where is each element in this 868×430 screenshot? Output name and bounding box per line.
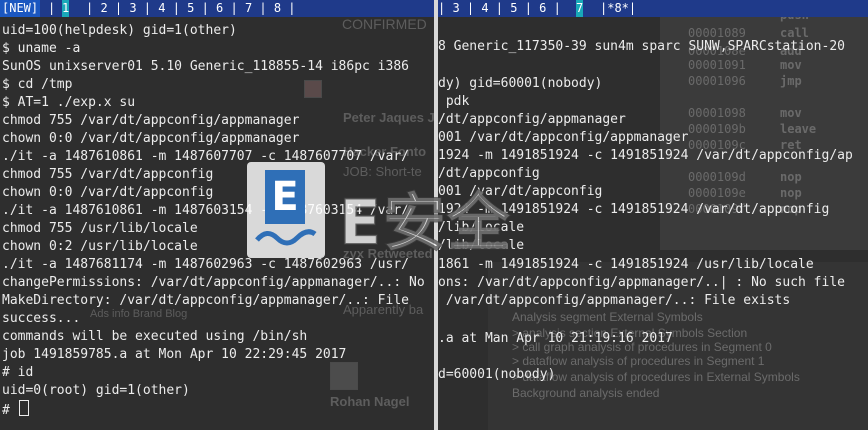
terminal-line: # id xyxy=(2,365,34,380)
terminal-line: $ AT=1 ./exp.x su xyxy=(2,95,136,110)
terminal-line: commands will be executed using /bin/sh xyxy=(2,329,308,344)
terminal-cursor xyxy=(18,400,29,416)
terminal-line: chown 0:0 /var/dt/appconfig/appmanager xyxy=(2,131,300,146)
terminal-line: uid=100(helpdesk) gid=1(other) xyxy=(2,23,237,38)
terminal-line: ons: /var/dt/appconfig/appmanager/..| : … xyxy=(438,275,845,290)
terminal-line: uid=0(root) gid=1(other) xyxy=(2,383,190,398)
terminal-line: success... xyxy=(2,311,81,326)
terminal-line: job 1491859785.a at Mon Apr 10 22:29:45 … xyxy=(2,347,347,362)
terminal-line: MakeDirectory: /var/dt/appconfig/appmana… xyxy=(2,293,409,308)
root-prompt: # xyxy=(2,403,18,418)
terminal-line: chown 0:2 /usr/lib/locale xyxy=(2,239,198,254)
root-prompt-line[interactable]: # xyxy=(2,400,29,420)
watermark-text: E安全 xyxy=(338,185,512,260)
terminal-line: 001 /var/dt/appconfig/appmanager xyxy=(438,130,689,145)
terminal-line: 8 Generic_117350-39 sun4m sparc SUNW,SPA… xyxy=(438,39,845,54)
watermark: E E安全 xyxy=(247,162,593,260)
terminal-line: dy) gid=60001(nobody) xyxy=(438,76,603,91)
terminal-line: chmod 755 /usr/lib/locale xyxy=(2,221,198,236)
watermark-logo-icon: E xyxy=(247,162,325,258)
terminal-line: changePermissions: /var/dt/appconfig/app… xyxy=(2,275,425,290)
terminal-line: $ uname -a xyxy=(2,41,81,56)
terminal-line: /var/dt/appconfig/appmanager/..: File ex… xyxy=(438,293,791,308)
terminal-line: chmod 755 /var/dt/appconfig/appmanager xyxy=(2,113,300,128)
terminal-line: .a at Man Apr 10 21:19:16 2017 xyxy=(438,331,673,346)
terminal-line: pdk xyxy=(438,94,470,109)
terminal-line: chown 0:0 /var/dt/appconfig xyxy=(2,185,214,200)
terminal-line: $ cd /tmp xyxy=(2,77,73,92)
terminal-line: chmod 755 /var/dt/appconfig xyxy=(2,167,214,182)
terminal-line: d=60001(nobody) xyxy=(438,367,556,382)
watermark-logo-letter: E xyxy=(265,170,305,224)
watermark-wave-icon xyxy=(255,229,317,246)
terminal-line: SunOS unixserver01 5.10 Generic_118855-1… xyxy=(2,59,409,74)
terminal-line: /dt/appconfig/appmanager xyxy=(438,112,626,127)
